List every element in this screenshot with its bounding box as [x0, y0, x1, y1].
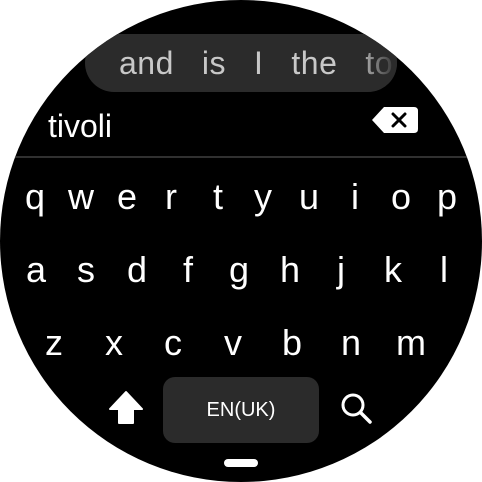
key-q[interactable]: q	[15, 167, 55, 227]
key-row-1: q w e r t y u i o p	[0, 167, 482, 227]
text-input-row[interactable]: tivoli	[0, 100, 482, 156]
key-s[interactable]: s	[66, 240, 106, 300]
key-t[interactable]: t	[198, 167, 238, 227]
key-f[interactable]: f	[168, 240, 208, 300]
key-row-3: z x c v b n m	[0, 313, 482, 373]
key-z[interactable]: z	[34, 313, 74, 373]
input-divider	[0, 156, 482, 158]
shift-arrow-icon[interactable]	[108, 390, 144, 426]
suggestion-word[interactable]: and	[119, 45, 174, 82]
home-handle[interactable]	[224, 459, 258, 467]
key-j[interactable]: j	[321, 240, 361, 300]
key-v[interactable]: v	[213, 313, 253, 373]
suggestion-strip[interactable]: and is I the to	[85, 34, 397, 92]
language-label: EN(UK)	[206, 398, 276, 421]
key-g[interactable]: g	[219, 240, 259, 300]
text-input-value[interactable]: tivoli	[48, 108, 112, 145]
key-m[interactable]: m	[391, 313, 431, 373]
key-d[interactable]: d	[117, 240, 157, 300]
key-h[interactable]: h	[270, 240, 310, 300]
key-l[interactable]: l	[424, 240, 464, 300]
key-e[interactable]: e	[107, 167, 147, 227]
key-x[interactable]: x	[94, 313, 134, 373]
suggestion-word[interactable]: is	[202, 45, 226, 82]
key-n[interactable]: n	[331, 313, 371, 373]
search-icon[interactable]	[338, 390, 374, 426]
key-u[interactable]: u	[289, 167, 329, 227]
key-o[interactable]: o	[381, 167, 421, 227]
key-b[interactable]: b	[272, 313, 312, 373]
key-y[interactable]: y	[243, 167, 283, 227]
suggestion-word[interactable]: the	[291, 45, 337, 82]
backspace-icon[interactable]	[372, 107, 418, 133]
suggestion-fade	[357, 34, 397, 92]
language-key[interactable]: EN(UK)	[163, 377, 319, 443]
key-i[interactable]: i	[335, 167, 375, 227]
key-a[interactable]: a	[16, 240, 56, 300]
key-w[interactable]: w	[61, 167, 101, 227]
key-c[interactable]: c	[153, 313, 193, 373]
key-p[interactable]: p	[427, 167, 467, 227]
key-k[interactable]: k	[373, 240, 413, 300]
key-row-2: a s d f g h j k l	[0, 240, 482, 300]
suggestion-word[interactable]: I	[254, 45, 263, 82]
watch-screen: and is I the to tivoli q w e r t y u i o…	[0, 0, 482, 482]
key-r[interactable]: r	[151, 167, 191, 227]
